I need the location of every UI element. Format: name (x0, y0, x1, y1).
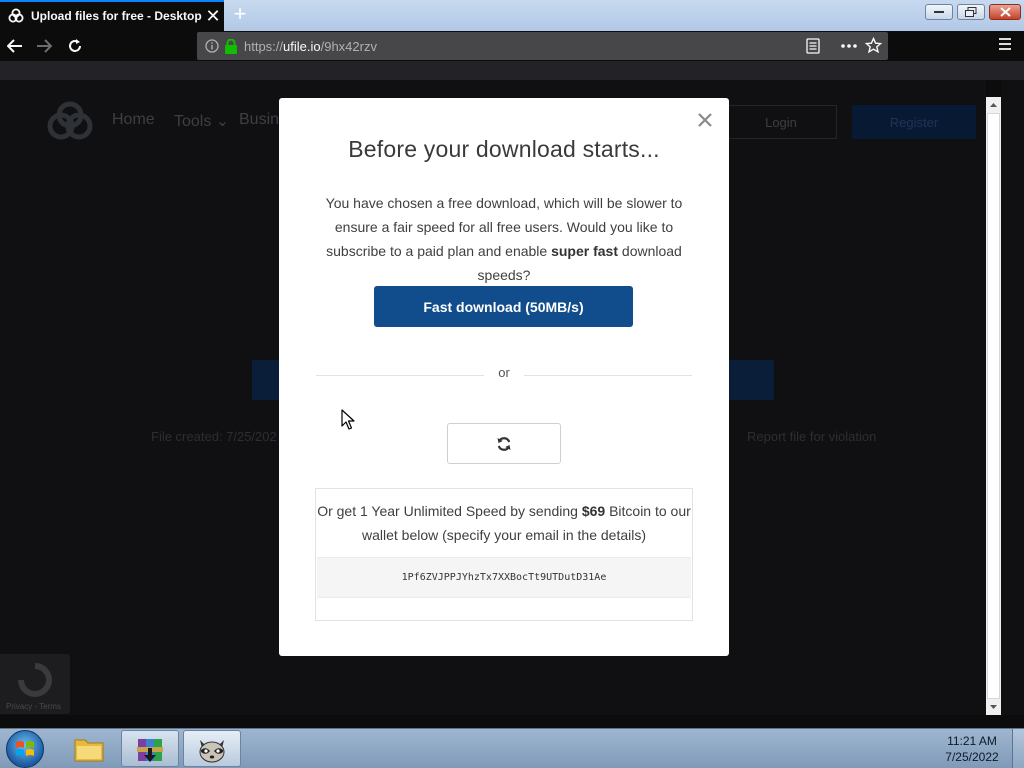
start-button[interactable] (6, 730, 44, 768)
forward-button[interactable] (32, 35, 56, 57)
hamburger-menu-icon[interactable] (998, 37, 1012, 51)
folder-icon (74, 739, 104, 761)
url-path: /9hx42rzv (320, 38, 377, 54)
toolbar-separator (0, 61, 1024, 80)
refresh-spinner-icon (497, 436, 511, 451)
bitcoin-offer-text: Or get 1 Year Unlimited Speed by sending… (316, 499, 692, 547)
close-icon (698, 113, 712, 127)
reader-view-icon[interactable] (806, 38, 820, 54)
url-scheme: https:// (244, 38, 284, 54)
scroll-down-arrow-icon[interactable] (986, 699, 1001, 715)
report-file-link[interactable]: Report file for violation (747, 429, 876, 444)
recaptcha-icon (18, 663, 52, 697)
site-nav-business[interactable]: Busin (239, 111, 279, 129)
file-created-text: File created: 7/25/202 (151, 429, 277, 444)
page-scrollbar[interactable] (986, 97, 1001, 715)
taskbar-raccoon-app[interactable] (183, 730, 241, 767)
restore-icon (965, 7, 977, 17)
tab-accent-line (0, 0, 224, 2)
url-host: ufile.io (283, 38, 321, 54)
bitcoin-amount: $69 (581, 503, 606, 519)
windows-taskbar: 11:21 AM 7/25/2022 (0, 728, 1024, 768)
tab-active[interactable]: Upload files for free - Desktop ✕ (0, 0, 224, 31)
show-desktop-button[interactable] (1012, 729, 1024, 768)
scrollbar-thumb[interactable] (987, 113, 1000, 699)
divider-right (524, 375, 692, 376)
bitcoin-text-part1: Or get 1 Year Unlimited Speed by sending (317, 503, 582, 519)
bitcoin-offer-panel: Or get 1 Year Unlimited Speed by sending… (315, 488, 693, 621)
arrow-right-icon (37, 39, 52, 53)
site-nav-tools[interactable]: Tools ⌄ (174, 111, 229, 131)
window-minimize-button[interactable] (925, 4, 953, 20)
reload-icon (69, 39, 81, 52)
ufile-logo-icon[interactable] (46, 101, 94, 141)
modal-description: You have chosen a free download, which w… (311, 191, 697, 287)
system-clock[interactable]: 11:21 AM 7/25/2022 (920, 733, 1024, 765)
free-download-button[interactable] (447, 423, 561, 464)
page-right-strip (1001, 80, 1024, 715)
tab-title: Upload files for free - Desktop (31, 8, 202, 23)
back-button[interactable] (3, 35, 27, 57)
divider-or-label: or (498, 365, 510, 380)
info-icon[interactable] (205, 39, 219, 53)
recaptcha-badge[interactable]: Privacy - Terms (0, 654, 70, 714)
lock-icon[interactable] (224, 38, 238, 54)
mouse-pointer-icon (341, 409, 355, 430)
close-icon (999, 7, 1011, 17)
fast-download-button[interactable]: Fast download (50MB/s) (374, 286, 633, 327)
ufile-favicon-icon (8, 8, 24, 22)
winrar-archive-icon (137, 738, 163, 762)
recaptcha-terms[interactable]: Privacy - Terms (6, 702, 61, 711)
modal-close-button[interactable] (694, 109, 716, 131)
taskbar-winrar[interactable] (121, 730, 179, 767)
login-button[interactable]: Login (725, 105, 837, 139)
windows-logo-icon (16, 741, 34, 756)
register-button[interactable]: Register (852, 105, 976, 139)
window-close-button[interactable] (989, 4, 1021, 20)
new-tab-icon[interactable]: + (229, 3, 251, 26)
tab-close-icon[interactable]: ✕ (202, 7, 224, 25)
minimize-icon (934, 11, 944, 13)
download-modal: Before your download starts... You have … (279, 98, 729, 656)
site-nav-home[interactable]: Home (112, 111, 155, 129)
bitcoin-wallet-address[interactable]: 1Pf6ZVJPPJYhzTx7XXBocTt9UTDutD31Ae (317, 557, 691, 598)
scroll-up-arrow-icon[interactable] (986, 97, 1001, 113)
more-actions-icon[interactable] (840, 38, 858, 54)
address-bar[interactable]: https://ufile.io/9hx42rzv (197, 32, 888, 60)
reload-button[interactable] (63, 35, 87, 57)
bookmark-star-icon[interactable] (865, 37, 882, 54)
taskbar-file-explorer[interactable] (60, 730, 118, 767)
browser-titlebar: Upload files for free - Desktop ✕ + (0, 0, 1024, 31)
window-restore-button[interactable] (957, 4, 985, 20)
raccoon-icon (199, 739, 225, 762)
divider-left (316, 375, 484, 376)
clock-date: 7/25/2022 (945, 750, 999, 764)
modal-description-emphasis: super fast (551, 243, 619, 259)
modal-title: Before your download starts... (348, 136, 660, 162)
browser-toolbar: https://ufile.io/9hx42rzv (0, 31, 1024, 61)
url-text[interactable]: https://ufile.io/9hx42rzv (244, 39, 377, 54)
clock-time: 11:21 AM (947, 734, 997, 748)
arrow-left-icon (7, 39, 22, 53)
